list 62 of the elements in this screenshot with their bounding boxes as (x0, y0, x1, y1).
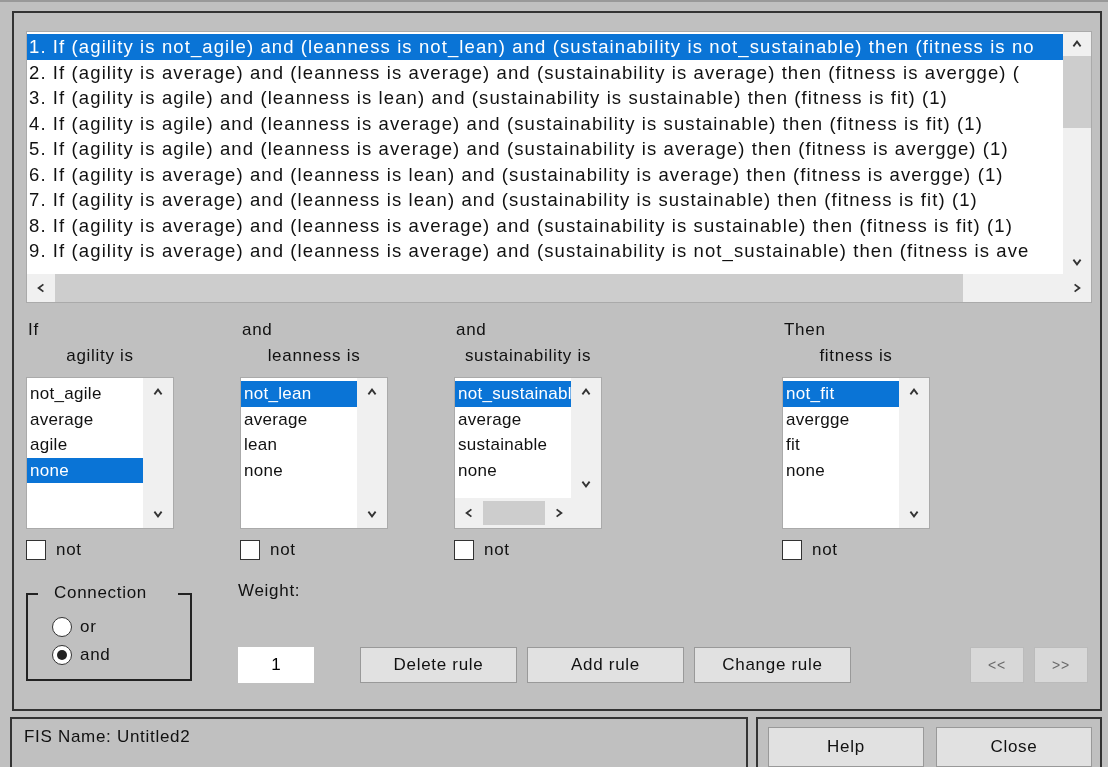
variable-label: sustainability is (464, 345, 592, 367)
rule-item[interactable]: 2. If (agility is average) and (leanness is average) and (sustainability is average) then (fitness is avergge) ( (27, 59, 1063, 85)
term-item[interactable]: average (27, 406, 143, 432)
term-item[interactable]: average (241, 406, 357, 432)
variable-label: leanness is (267, 345, 361, 367)
radio-label: or (80, 617, 97, 637)
checkbox-label: not (56, 539, 82, 561)
term-item[interactable]: not_fit (783, 381, 899, 407)
term-list[interactable]: not_sustainabl average sustainable none (454, 377, 602, 529)
term-item[interactable]: not_lean (241, 381, 357, 407)
not-checkbox[interactable] (26, 540, 46, 560)
rule-item[interactable]: 1. If (agility is not_agile) and (leanness is not_lean) and (sustainability is not_sustainable) then (fitness is no (27, 34, 1063, 60)
connector-label: If (27, 319, 39, 341)
not-checkbox[interactable] (782, 540, 802, 560)
checkbox-label: not (484, 539, 510, 561)
connector-label: and (455, 319, 487, 341)
rule-list[interactable] (26, 31, 1092, 303)
rule-item[interactable]: 6. If (agility is average) and (leanness is lean) and (sustainability is average) then (fitness is avergge) (1) (27, 161, 1063, 187)
connector-label: Then (783, 319, 826, 341)
rule-item[interactable]: 7. If (agility is average) and (leanness is lean) and (sustainability is sustainable) then (fitness is fit) (1) (27, 187, 1063, 213)
variable-label: agility is (66, 345, 134, 367)
term-item[interactable]: lean (241, 432, 357, 458)
term-list[interactable]: not_fit avergge fit none (782, 377, 930, 529)
weight-label: Weight: (238, 581, 302, 601)
term-item[interactable]: not_sustainabl (455, 381, 571, 407)
term-item[interactable]: none (27, 457, 143, 483)
rule-item[interactable]: 9. If (agility is average) and (leanness is average) and (sustainability is not_sustainable) then (fitness is ave (27, 238, 1063, 264)
term-item[interactable]: not_agile (27, 381, 143, 407)
connector-label: and (241, 319, 273, 341)
not-checkbox[interactable] (454, 540, 474, 560)
term-item[interactable]: fit (783, 432, 899, 458)
term-item[interactable]: sustainable (455, 432, 571, 458)
term-item[interactable]: average (455, 406, 571, 432)
checkbox-label: not (270, 539, 296, 561)
fis-name: FIS Name: Untitled2 (24, 727, 191, 746)
radio-button[interactable] (52, 617, 72, 637)
radio-label: and (80, 645, 111, 665)
footer-button[interactable]: Help (768, 727, 924, 767)
term-item[interactable]: none (783, 457, 899, 483)
scrollbar-thumb[interactable] (1063, 56, 1091, 128)
weight-field[interactable]: 1 (238, 647, 314, 683)
variable-label: fitness is (819, 345, 893, 367)
rule-button[interactable]: Change rule (694, 647, 851, 683)
rule-button[interactable]: Add rule (527, 647, 684, 683)
term-list[interactable]: not_lean average lean none (240, 377, 388, 529)
footer-button[interactable]: Close (936, 727, 1092, 767)
scrollbar-thumb[interactable] (483, 501, 545, 525)
term-item[interactable]: none (455, 457, 571, 483)
group-title: Connection (54, 583, 147, 603)
rule-item[interactable]: 4. If (agility is agile) and (leanness is average) and (sustainability is sustainable) then (fitness is fit) (1) (27, 110, 1063, 136)
term-list[interactable]: not_agile average agile none (26, 377, 174, 529)
rule-item[interactable]: 3. If (agility is agile) and (leanness is lean) and (sustainability is sustainable) then (fitness is fit) (1) (27, 85, 1063, 111)
term-item[interactable]: none (241, 457, 357, 483)
scrollbar-thumb[interactable] (55, 274, 963, 302)
radio-button[interactable] (52, 645, 72, 665)
not-checkbox[interactable] (240, 540, 260, 560)
rule-button[interactable]: Delete rule (360, 647, 517, 683)
rule-item[interactable]: 5. If (agility is agile) and (leanness is average) and (sustainability is average) then (fitness is avergge) (1) (27, 136, 1063, 162)
checkbox-label: not (812, 539, 838, 561)
term-item[interactable]: avergge (783, 406, 899, 432)
term-item[interactable]: agile (27, 432, 143, 458)
rule-item[interactable]: 8. If (agility is average) and (leanness is average) and (sustainability is sustainable) then (fitness is fit) (1) (27, 212, 1063, 238)
